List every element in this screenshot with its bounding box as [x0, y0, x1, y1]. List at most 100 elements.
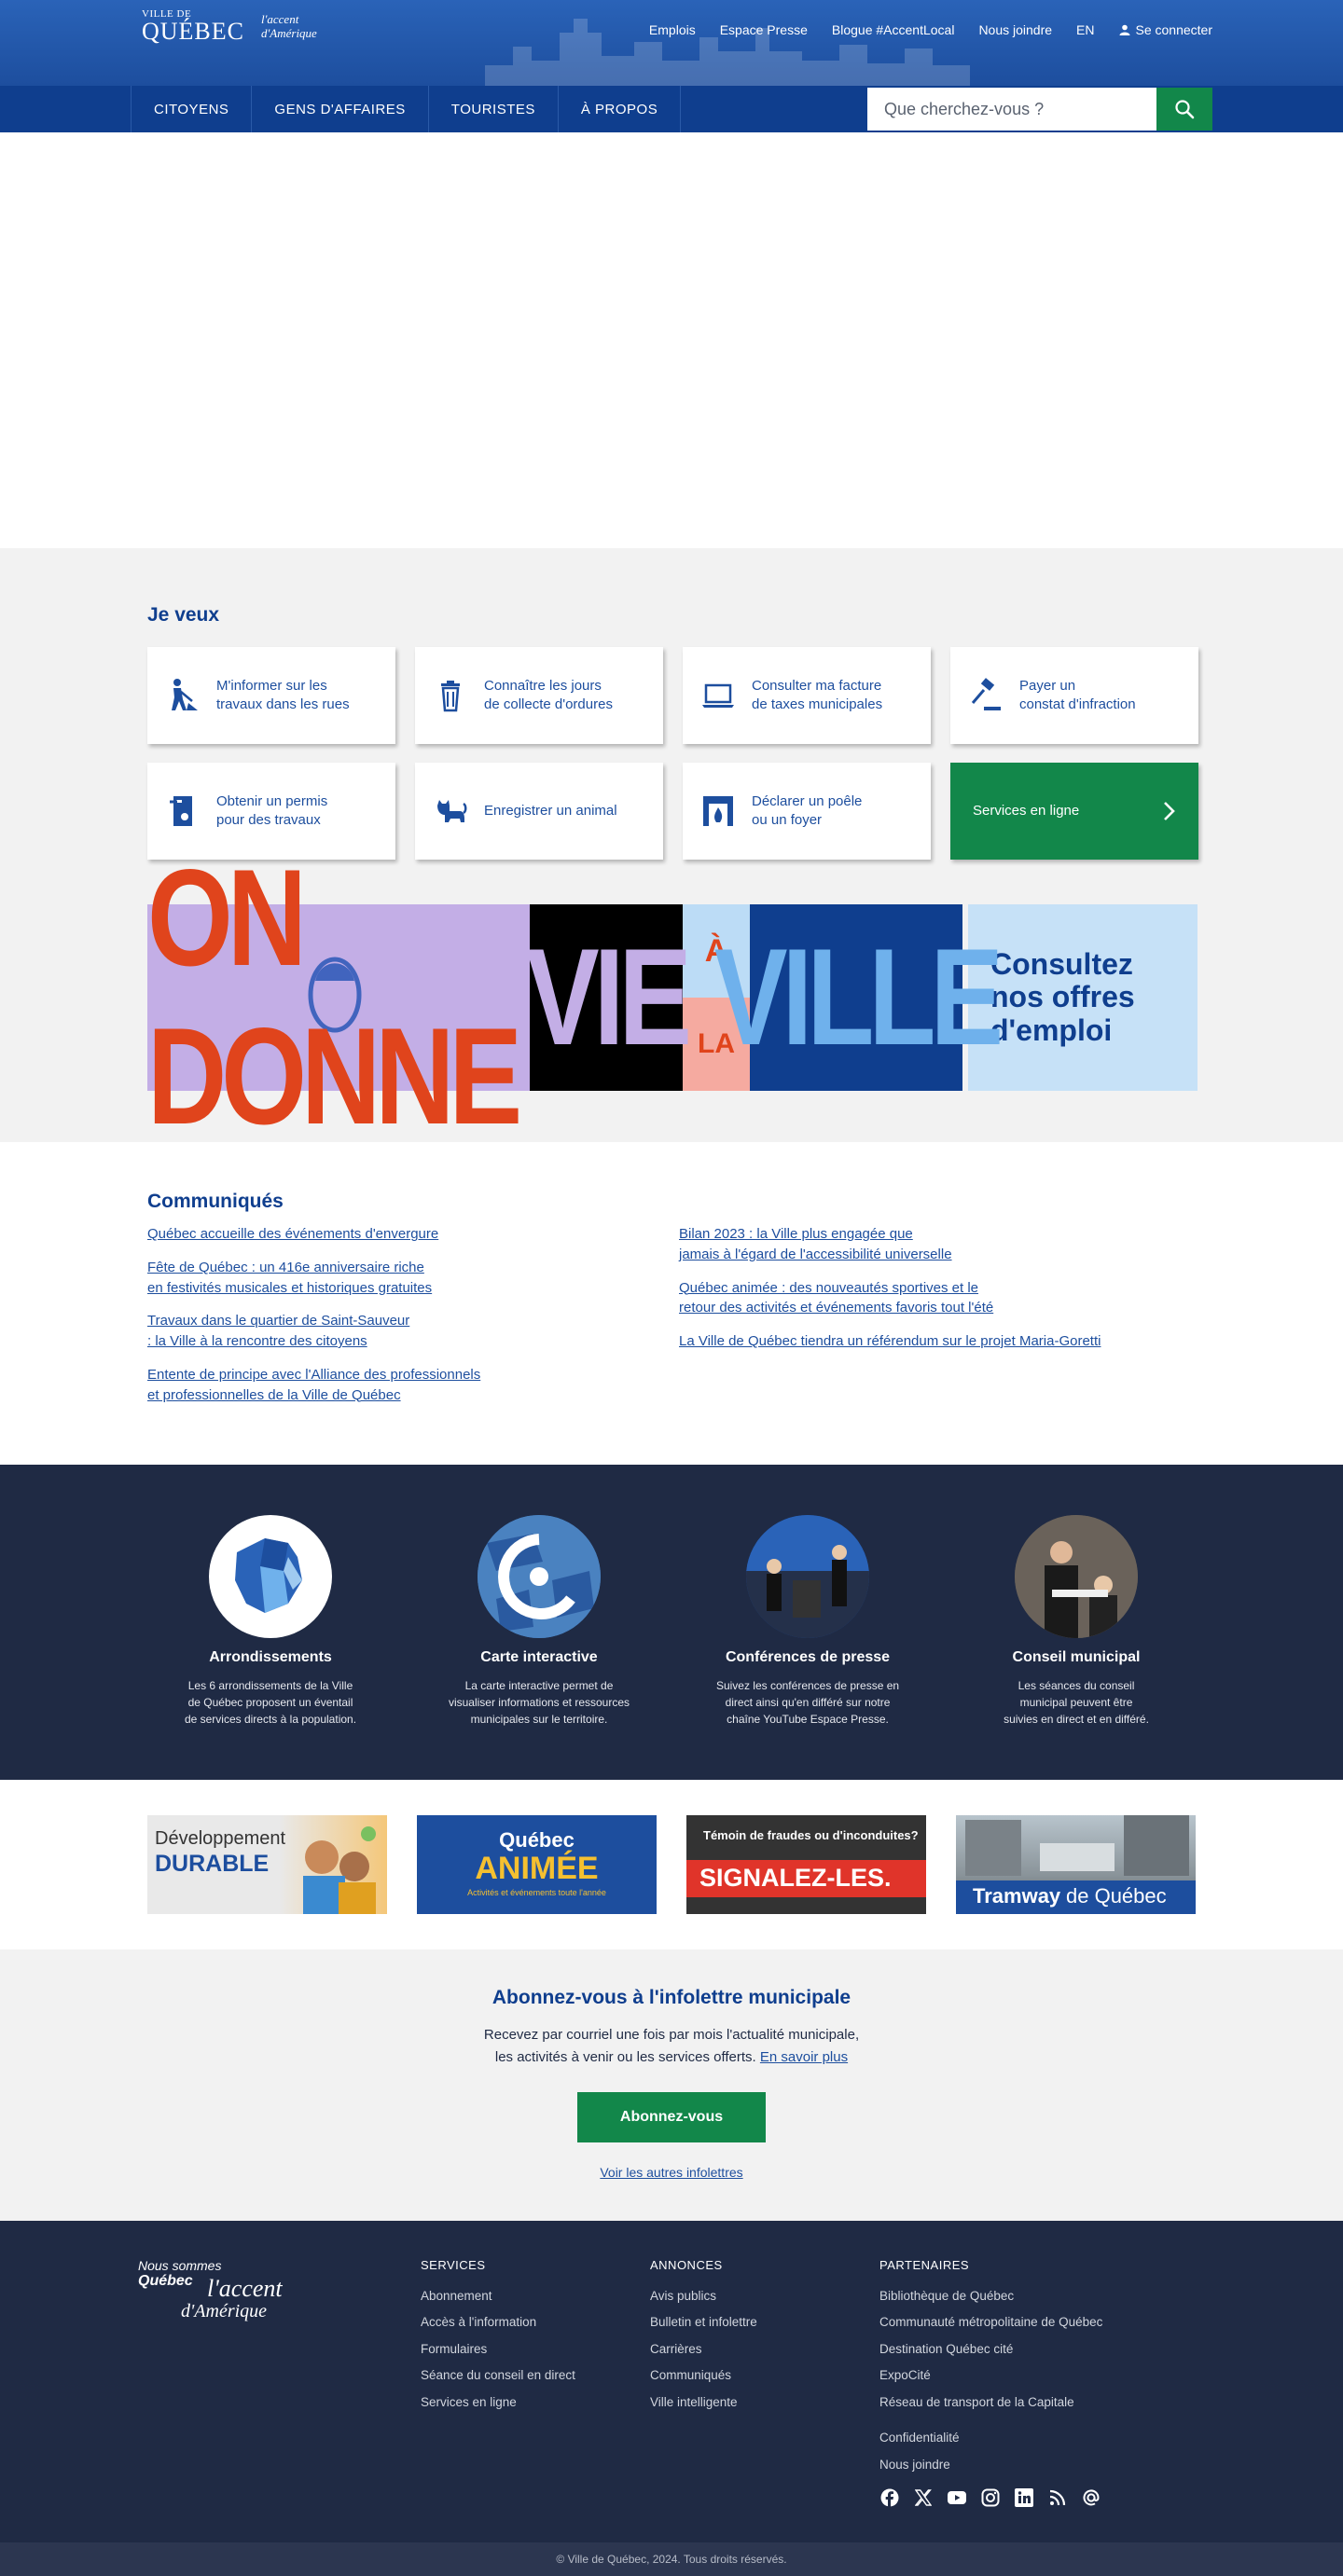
footer-link[interactable]: Séance du conseil en direct: [421, 2362, 575, 2390]
footer-link[interactable]: Avis publics: [650, 2283, 757, 2310]
tile-travaux-rues[interactable]: M'informer sur les travaux dans les rues: [147, 647, 395, 744]
link-blogue[interactable]: Blogue #AccentLocal: [832, 22, 955, 37]
footer-link[interactable]: Ville intelligente: [650, 2390, 757, 2417]
subscribe-button[interactable]: Abonnez-vous: [577, 2091, 766, 2142]
roadwork-icon: [164, 677, 201, 714]
feature-conferences-presse[interactable]: Conférences de presse Suivez les confére…: [677, 1515, 938, 1728]
footer-link[interactable]: ExpoCité: [879, 2362, 1102, 2390]
communique-link[interactable]: Québec accueille des événements d'enverg…: [147, 1224, 679, 1245]
tile-poele-foyer[interactable]: Déclarer un poêle ou un foyer: [683, 763, 931, 860]
youtube-icon[interactable]: [947, 2487, 967, 2508]
promo-developpement-durable[interactable]: Développement DURABLE: [147, 1815, 387, 1915]
copyright-text: © Ville de Québec, 2024. Tous droits rés…: [556, 2552, 787, 2566]
tile-services-en-ligne[interactable]: Services en ligne: [950, 763, 1198, 860]
tile-taxes-municipales[interactable]: Consulter ma facture de taxes municipale…: [683, 647, 931, 744]
interactive-map-image: [478, 1515, 601, 1639]
instagram-icon[interactable]: [980, 2487, 1001, 2508]
footer-link[interactable]: Formulaires: [421, 2336, 575, 2363]
nav-gens-affaires[interactable]: GENS D'AFFAIRES: [252, 86, 429, 132]
promo-text: Témoin de fraudes ou d'inconduites?: [703, 1828, 919, 1843]
login-label: Se connecter: [1135, 22, 1213, 37]
banner-text-ville: VILLE: [713, 920, 1004, 1075]
footer-link-nous-joindre[interactable]: Nous joindre: [879, 2452, 1102, 2479]
rss-icon[interactable]: [1047, 2487, 1068, 2508]
site-header: VILLE DE QUÉBEC l'accent d'Amérique Empl…: [0, 0, 1343, 86]
cat-icon: [432, 792, 469, 830]
banner-cta[interactable]: Consultez nos offres d'emploi: [968, 904, 1198, 1091]
email-icon[interactable]: [1081, 2487, 1101, 2508]
link-emplois[interactable]: Emplois: [649, 22, 696, 37]
feature-arrondissements[interactable]: Arrondissements Les 6 arrondissements de…: [140, 1515, 401, 1728]
search-button[interactable]: [1156, 88, 1212, 131]
footer-link[interactable]: Bulletin et infolettre: [650, 2309, 757, 2336]
footer-logo[interactable]: Nous sommes Québec l'accent d'Amérique: [138, 2258, 283, 2321]
tramway-street-image: [965, 1815, 1189, 1877]
footer-heading: ANNONCES: [650, 2257, 723, 2272]
tile-label: M'informer sur les travaux dans les rues: [216, 677, 350, 712]
promo-text: Activités et événements toute l'année: [467, 1888, 606, 1898]
communique-link[interactable]: Travaux dans le quartier de Saint-Sauveu…: [147, 1311, 679, 1352]
feature-text: La carte interactive permet de visualise…: [448, 1679, 630, 1727]
promo-tramway[interactable]: Tramway de Québec: [956, 1815, 1196, 1915]
linkedin-icon[interactable]: [1014, 2487, 1034, 2508]
footer-link[interactable]: Communiqués: [650, 2362, 757, 2390]
communique-link[interactable]: Fête de Québec : un 416e anniversaire ri…: [147, 1258, 679, 1299]
feature-text: Suivez les conférences de presse en dire…: [715, 1679, 900, 1727]
banner-text-vie: VIE: [525, 920, 692, 1075]
learn-more-link[interactable]: En savoir plus: [760, 2049, 848, 2065]
ville-de-quebec-logo: VILLE DE QUÉBEC: [142, 9, 244, 44]
communique-link[interactable]: La Ville de Québec tiendra un référendum…: [679, 1331, 1198, 1352]
site-logo[interactable]: VILLE DE QUÉBEC l'accent d'Amérique: [142, 9, 317, 44]
promo-text: DURABLE: [155, 1851, 270, 1878]
family-illustration: [303, 1826, 376, 1915]
communique-link[interactable]: Québec animée : des nouveautés sportives…: [679, 1278, 1198, 1319]
feature-carte-interactive[interactable]: Carte interactive La carte interactive p…: [408, 1515, 670, 1728]
footer-link-confidentialite[interactable]: Confidentialité: [879, 2425, 1102, 2452]
footer-logo-line3: l'accent: [207, 2274, 283, 2302]
tile-constat-infraction[interactable]: Payer un constat d'infraction: [950, 647, 1198, 744]
nav-a-propos[interactable]: À PROPOS: [559, 86, 682, 132]
arrondissements-map-image: [209, 1515, 332, 1639]
city-council-photo: [1015, 1515, 1138, 1639]
footer-link[interactable]: Services en ligne: [421, 2390, 575, 2417]
user-icon: [1119, 24, 1129, 35]
feature-text: Les séances du conseil municipal peuvent…: [1004, 1679, 1149, 1727]
footer-heading: SERVICES: [421, 2257, 486, 2272]
tile-label: Déclarer un poêle ou un foyer: [752, 792, 863, 828]
emploi-banner[interactable]: ON DONNE VIE À LA VILLE Consultez nos of…: [147, 842, 1198, 1154]
footer-link[interactable]: Accès à l'information: [421, 2309, 575, 2336]
trash-icon: [432, 677, 469, 714]
footer-link[interactable]: Destination Québec cité: [879, 2336, 1102, 2363]
link-espace-presse[interactable]: Espace Presse: [720, 22, 808, 37]
login-link[interactable]: Se connecter: [1119, 22, 1213, 37]
quick-actions-grid: M'informer sur les travaux dans les rues…: [147, 647, 1198, 860]
logo-big-text: QUÉBEC: [142, 18, 244, 45]
facebook-icon[interactable]: [879, 2487, 900, 2508]
accent-line2: d'Amérique: [261, 25, 317, 40]
copyright-bar: © Ville de Québec, 2024. Tous droits rés…: [0, 2542, 1343, 2576]
search-input[interactable]: [867, 88, 1156, 131]
x-twitter-icon[interactable]: [913, 2487, 934, 2508]
communique-link[interactable]: Entente de principe avec l'Alliance des …: [147, 1365, 679, 1406]
footer-link[interactable]: Communauté métropolitaine de Québec: [879, 2309, 1102, 2336]
footer-link[interactable]: Réseau de transport de la Capitale: [879, 2390, 1102, 2417]
promo-quebec-animee[interactable]: Québec ANIMÉE Activités et événements to…: [417, 1815, 657, 1915]
nav-touristes[interactable]: TOURISTES: [429, 86, 559, 132]
footer-link[interactable]: Bibliothèque de Québec: [879, 2283, 1102, 2310]
city-skyline-decoration: [485, 19, 970, 86]
banner-part-ville: VILLE: [714, 904, 1004, 1091]
feature-title: Arrondissements: [209, 1649, 332, 1666]
nav-citoyens[interactable]: CITOYENS: [132, 86, 253, 132]
footer-link[interactable]: Carrières: [650, 2336, 757, 2363]
feature-conseil-municipal[interactable]: Conseil municipal Les séances du conseil…: [946, 1515, 1207, 1728]
footer-link[interactable]: Abonnement: [421, 2283, 575, 2310]
site-footer: Nous sommes Québec l'accent d'Amérique S…: [0, 2220, 1343, 2542]
promo-signalez-les[interactable]: Témoin de fraudes ou d'inconduites? SIGN…: [686, 1815, 926, 1915]
tile-label: Connaître les jours de collecte d'ordure…: [484, 677, 613, 712]
tile-collecte-ordures[interactable]: Connaître les jours de collecte d'ordure…: [415, 647, 663, 744]
communique-link[interactable]: Bilan 2023 : la Ville plus engagée que j…: [679, 1224, 1198, 1265]
other-newsletters-link[interactable]: Voir les autres infolettres: [0, 2165, 1343, 2180]
promo-text: Tramway: [973, 1884, 1061, 1908]
language-toggle[interactable]: EN: [1076, 22, 1094, 37]
link-nous-joindre[interactable]: Nous joindre: [978, 22, 1052, 37]
